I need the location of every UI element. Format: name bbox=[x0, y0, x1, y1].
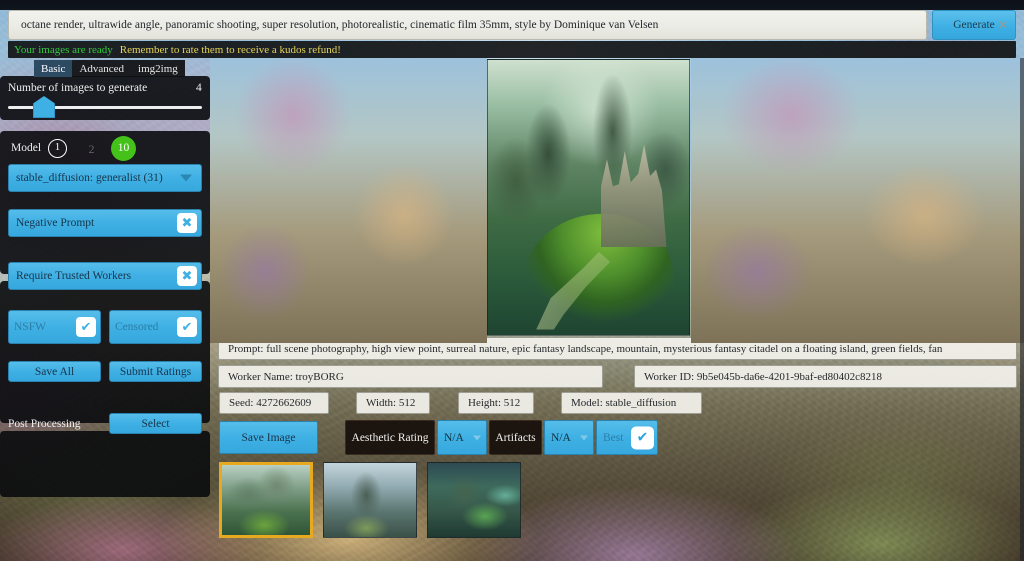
censored-label: Censored bbox=[115, 321, 159, 333]
close-x-icon[interactable]: ✖ bbox=[177, 213, 197, 233]
tab-basic[interactable]: Basic bbox=[34, 60, 73, 77]
best-label: Best bbox=[603, 431, 624, 444]
tab-advanced[interactable]: Advanced bbox=[72, 60, 131, 77]
submit-ratings-button[interactable]: Submit Ratings bbox=[109, 361, 202, 382]
worker-id-field: Worker ID: 9b5e045b-da6e-4201-9baf-ed804… bbox=[634, 365, 1017, 388]
background-art-left bbox=[210, 58, 487, 343]
aesthetic-rating-value: N/A bbox=[444, 431, 464, 444]
require-trusted-label: Require Trusted Workers bbox=[16, 270, 132, 282]
close-x-icon[interactable]: ✖ bbox=[177, 266, 197, 286]
tab-img2img[interactable]: img2img bbox=[131, 60, 185, 77]
status-ready-text: Your images are ready bbox=[14, 43, 113, 56]
aesthetic-rating-label: Aesthetic Rating bbox=[345, 420, 435, 455]
artifacts-value: N/A bbox=[551, 431, 571, 444]
background-art-right bbox=[691, 58, 1024, 343]
chevron-down-icon bbox=[180, 174, 192, 182]
height-field: Height: 512 bbox=[458, 392, 534, 414]
negative-prompt-label: Negative Prompt bbox=[16, 217, 95, 229]
window-top-strip bbox=[0, 0, 1024, 10]
num-images-label: Number of images to generate bbox=[8, 82, 148, 94]
checkmark-icon[interactable]: ✔ bbox=[76, 317, 96, 337]
checkmark-icon[interactable]: ✔ bbox=[631, 426, 654, 449]
censored-toggle[interactable]: Censored ✔ bbox=[109, 310, 202, 344]
thumbnail-strip bbox=[219, 462, 521, 538]
model-badge-two-icon: 2 bbox=[88, 141, 95, 156]
panel-flags bbox=[0, 281, 210, 423]
checkmark-icon[interactable]: ✔ bbox=[177, 317, 197, 337]
artifacts-label: Artifacts bbox=[489, 420, 542, 455]
nsfw-label: NSFW bbox=[14, 321, 46, 333]
model-badge-ten-icon: 10 bbox=[111, 136, 136, 161]
post-processing-select-button[interactable]: Select bbox=[109, 413, 202, 434]
best-toggle[interactable]: Best ✔ bbox=[596, 420, 658, 455]
page-scrollbar[interactable] bbox=[1020, 58, 1024, 561]
seed-field: Seed: 4272662609 bbox=[219, 392, 329, 414]
post-processing-label: Post Processing bbox=[8, 418, 81, 430]
status-bar: Your images are ready Remember to rate t… bbox=[8, 41, 1016, 58]
panel-post-processing bbox=[0, 431, 210, 497]
app-root: octane render, ultrawide angle, panorami… bbox=[0, 0, 1024, 561]
negative-prompt-toggle[interactable]: Negative Prompt ✖ bbox=[8, 209, 202, 237]
chevron-down-icon bbox=[473, 435, 481, 440]
aesthetic-rating-dropdown[interactable]: N/A bbox=[437, 420, 487, 455]
worker-name-field: Worker Name: troyBORG bbox=[218, 365, 603, 388]
artifacts-dropdown[interactable]: N/A bbox=[544, 420, 594, 455]
chevron-down-icon bbox=[580, 435, 588, 440]
model-label: Model bbox=[11, 142, 42, 154]
prompt-input[interactable]: octane render, ultrawide angle, panorami… bbox=[8, 10, 927, 40]
clear-prompt-icon[interactable]: ✕ bbox=[998, 19, 1008, 31]
save-image-button[interactable]: Save Image bbox=[219, 421, 318, 454]
prompt-bar: octane render, ultrawide angle, panorami… bbox=[8, 10, 1016, 40]
model-badge-one-icon: 1 bbox=[48, 139, 67, 158]
thumbnail-2[interactable] bbox=[323, 462, 417, 538]
num-images-value: 4 bbox=[196, 82, 202, 94]
require-trusted-workers-toggle[interactable]: Require Trusted Workers ✖ bbox=[8, 262, 202, 290]
save-all-button[interactable]: Save All bbox=[8, 361, 101, 382]
nsfw-toggle[interactable]: NSFW ✔ bbox=[8, 310, 101, 344]
tab-bar: Basic Advanced img2img bbox=[34, 60, 185, 77]
thumbnail-3[interactable] bbox=[427, 462, 521, 538]
model-field: Model: stable_diffusion bbox=[561, 392, 702, 414]
width-field: Width: 512 bbox=[356, 392, 430, 414]
selected-result-image[interactable] bbox=[487, 59, 690, 336]
model-select-dropdown[interactable]: stable_diffusion: generalist (31) bbox=[8, 164, 202, 192]
result-image-viewer[interactable] bbox=[210, 58, 1024, 343]
status-kudos-note: Remember to rate them to receive a kudos… bbox=[119, 43, 341, 56]
model-select-value: stable_diffusion: generalist (31) bbox=[16, 172, 163, 184]
thumbnail-1[interactable] bbox=[219, 462, 313, 538]
